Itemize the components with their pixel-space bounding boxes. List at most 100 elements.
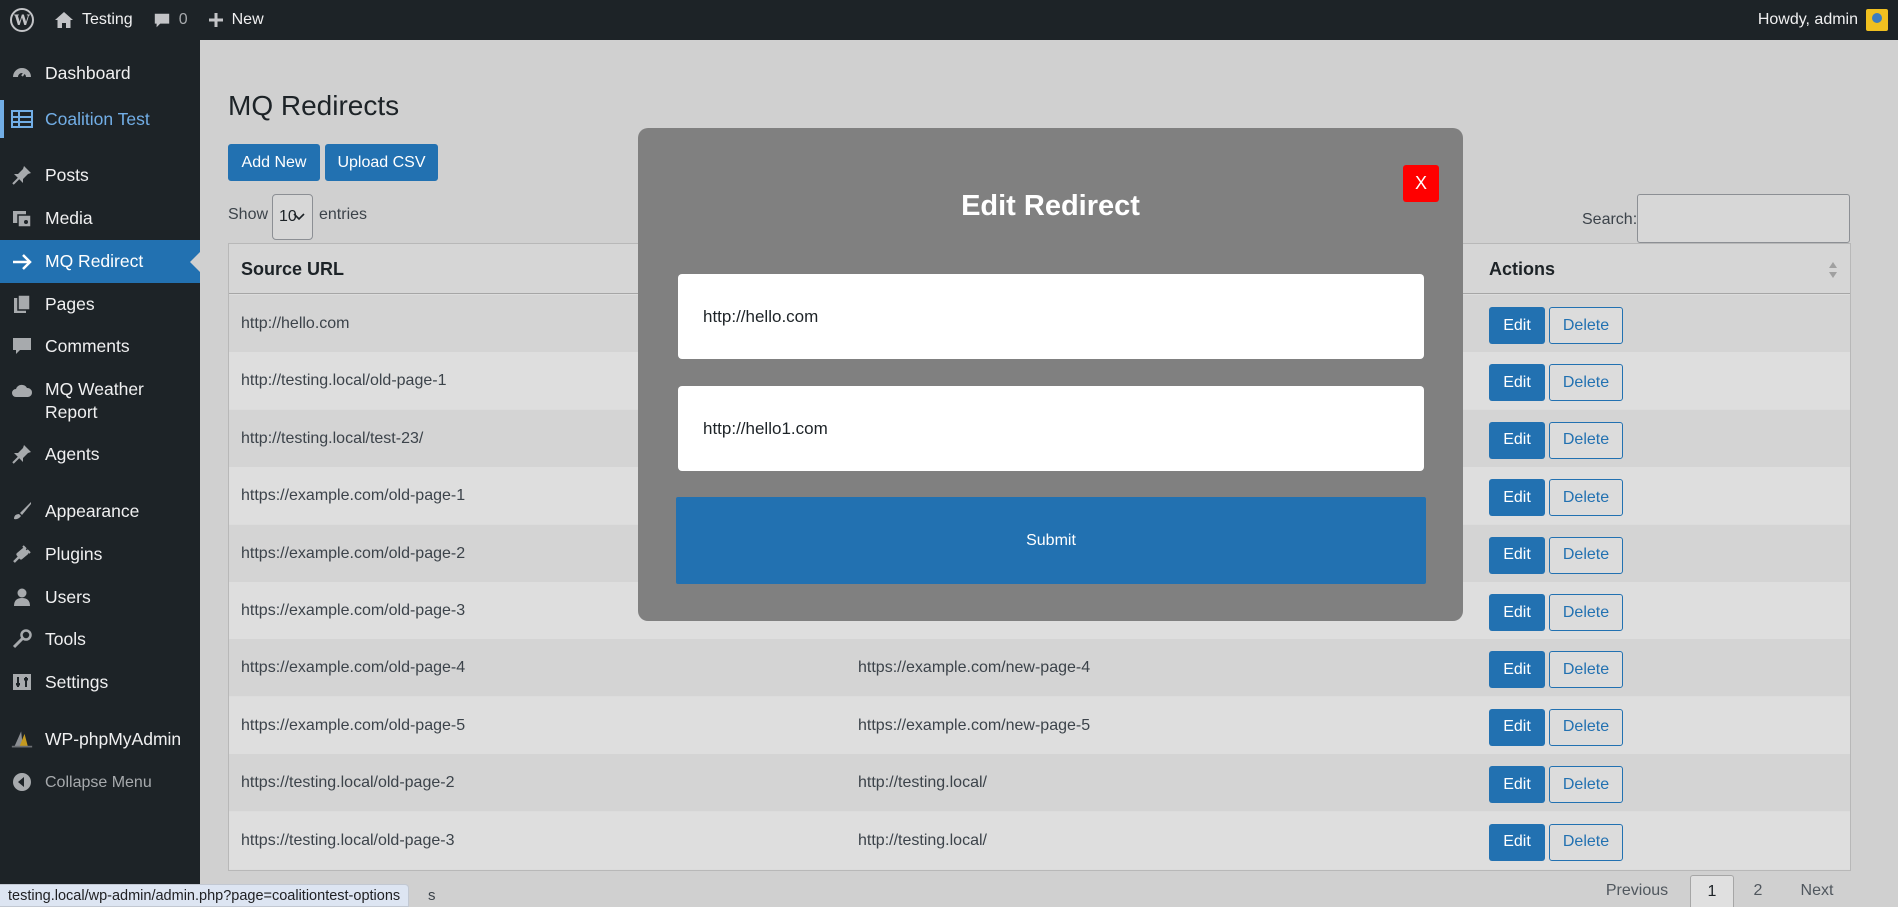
site-name: Testing [82, 11, 133, 28]
sidebar-item-label: Tools [45, 628, 86, 649]
sidebar-item-settings[interactable]: Settings [0, 665, 200, 699]
pin-icon [11, 164, 33, 186]
search-input[interactable] [1637, 194, 1850, 243]
sidebar-item-plugins[interactable]: Plugins [0, 537, 200, 571]
sidebar-item-label: MQ Redirect [45, 251, 144, 271]
modal-title: Edit Redirect [961, 190, 1140, 222]
edit-button[interactable]: Edit [1489, 364, 1545, 402]
wordpress-logo-icon: W [10, 8, 34, 32]
comments-count: 0 [178, 11, 188, 28]
target-url-input[interactable]: http://hello1.com [678, 386, 1424, 471]
delete-button[interactable]: Delete [1549, 823, 1623, 861]
delete-button[interactable]: Delete [1549, 651, 1623, 689]
sidebar-item-label: Dashboard [45, 62, 131, 83]
edit-button[interactable]: Edit [1489, 479, 1545, 517]
sidebar-item-appearance[interactable]: Appearance [0, 494, 200, 528]
sidebar-item-label: Users [45, 586, 91, 607]
delete-button[interactable]: Delete [1549, 307, 1623, 344]
table-row: https://testing.local/old-page-2 http://t… [229, 754, 1850, 812]
submit-button[interactable]: Submit [676, 497, 1426, 584]
pagination-page-1[interactable]: 1 [1690, 875, 1734, 907]
sidebar-item-comments[interactable]: Comments [0, 329, 200, 363]
sidebar-item-posts[interactable]: Posts [0, 158, 200, 192]
table-row: https://example.com/old-page-5 https://ex… [229, 696, 1850, 754]
edit-button[interactable]: Edit [1489, 823, 1545, 861]
target-url-cell: https://example.com/new-page-5 [858, 716, 1091, 734]
delete-button[interactable]: Delete [1549, 364, 1623, 402]
column-header-actions[interactable]: Actions [1489, 259, 1555, 280]
sidebar-item-wp-phpmyadmin[interactable]: WP-phpMyAdmin [0, 722, 200, 756]
plugin-icon [11, 543, 33, 565]
sidebar-item-pages[interactable]: Pages [0, 287, 200, 321]
delete-button[interactable]: Delete [1549, 766, 1623, 804]
source-url-cell: https://example.com/old-page-2 [241, 544, 466, 562]
howdy-text: Howdy, admin [1757, 11, 1858, 28]
settings-icon [11, 671, 33, 693]
comment-icon [11, 335, 33, 357]
dashboard-icon [11, 62, 33, 84]
site-name-link[interactable]: Testing [44, 0, 143, 40]
edit-button[interactable]: Edit [1489, 307, 1545, 344]
search-label: Search: [1582, 211, 1638, 228]
sidebar-item-dashboard[interactable]: Dashboard [0, 56, 200, 90]
edit-button[interactable]: Edit [1489, 421, 1545, 459]
sidebar-item-users[interactable]: Users [0, 580, 200, 614]
my-account-link[interactable]: Howdy, admin [1758, 9, 1898, 31]
source-url-input[interactable]: http://hello.com [678, 274, 1424, 359]
table-icon [11, 108, 33, 130]
upload-csv-button[interactable]: Upload CSV [325, 144, 438, 181]
column-header-source-url[interactable]: Source URL [241, 259, 344, 280]
entries-length-select[interactable]: 10 [272, 194, 313, 240]
target-url-cell: http://testing.local/ [858, 774, 987, 792]
wrench-icon [11, 628, 33, 650]
sidebar-item-coalition-test[interactable]: Coalition Test [0, 100, 200, 138]
sidebar-item-label: Posts [45, 164, 89, 185]
delete-button[interactable]: Delete [1549, 594, 1623, 631]
new-content-link[interactable]: New [198, 0, 274, 40]
target-url-cell: https://example.com/new-page-4 [858, 659, 1091, 677]
collapse-icon [11, 771, 33, 793]
edit-button[interactable]: Edit [1489, 766, 1545, 804]
sidebar-item-agents[interactable]: Agents [0, 437, 200, 471]
avatar [1866, 9, 1888, 31]
delete-button[interactable]: Delete [1549, 708, 1623, 746]
delete-button[interactable]: Delete [1549, 421, 1623, 459]
delete-button[interactable]: Delete [1549, 479, 1623, 517]
pagination-previous[interactable]: Previous [1597, 875, 1677, 907]
sidebar-item-label: Collapse Menu [45, 773, 152, 791]
show-label: Show [228, 206, 269, 223]
home-icon [55, 12, 73, 28]
delete-button[interactable]: Delete [1549, 536, 1623, 574]
sidebar-item-mq-redirect[interactable]: MQ Redirect [0, 240, 200, 283]
add-new-button[interactable]: Add New [228, 144, 320, 181]
source-url-cell: http://hello.com [241, 315, 350, 332]
pagination-next[interactable]: Next [1792, 875, 1842, 907]
pagination-page-2[interactable]: 2 [1744, 875, 1772, 907]
sidebar-item-tools[interactable]: Tools [0, 622, 200, 656]
sidebar-item-media[interactable]: Media [0, 201, 200, 235]
sidebar-item-label: Plugins [45, 543, 103, 564]
arrow-right-icon [11, 251, 33, 273]
sidebar-item-mq-weather-report[interactable]: MQ Weather Report [0, 374, 200, 422]
edit-button[interactable]: Edit [1489, 594, 1545, 631]
plus-icon [208, 13, 223, 27]
wordpress-logo-button[interactable]: W [0, 0, 44, 40]
edit-button[interactable]: Edit [1489, 536, 1545, 574]
cloud-icon [11, 380, 33, 402]
comment-icon [154, 13, 169, 28]
edit-button[interactable]: Edit [1489, 651, 1545, 689]
phpmyadmin-icon [11, 728, 33, 750]
source-url-cell: https://testing.local/old-page-3 [241, 831, 455, 849]
sidebar-item-label: MQ Weather Report [45, 379, 144, 422]
edit-button[interactable]: Edit [1489, 708, 1545, 746]
sidebar-item-label: Agents [45, 443, 100, 464]
sidebar-item-label: Coalition Test [45, 108, 150, 129]
media-icon [11, 207, 33, 229]
sidebar-item-label: Appearance [45, 500, 140, 521]
svg-text:W: W [13, 13, 30, 29]
sidebar-item-label: WP-phpMyAdmin [45, 728, 182, 749]
source-url-cell: https://testing.local/old-page-2 [241, 774, 455, 792]
comments-link[interactable]: 0 [143, 0, 198, 40]
collapse-menu-button[interactable]: Collapse Menu [0, 765, 200, 799]
source-url-cell: http://testing.local/old-page-1 [241, 372, 447, 390]
